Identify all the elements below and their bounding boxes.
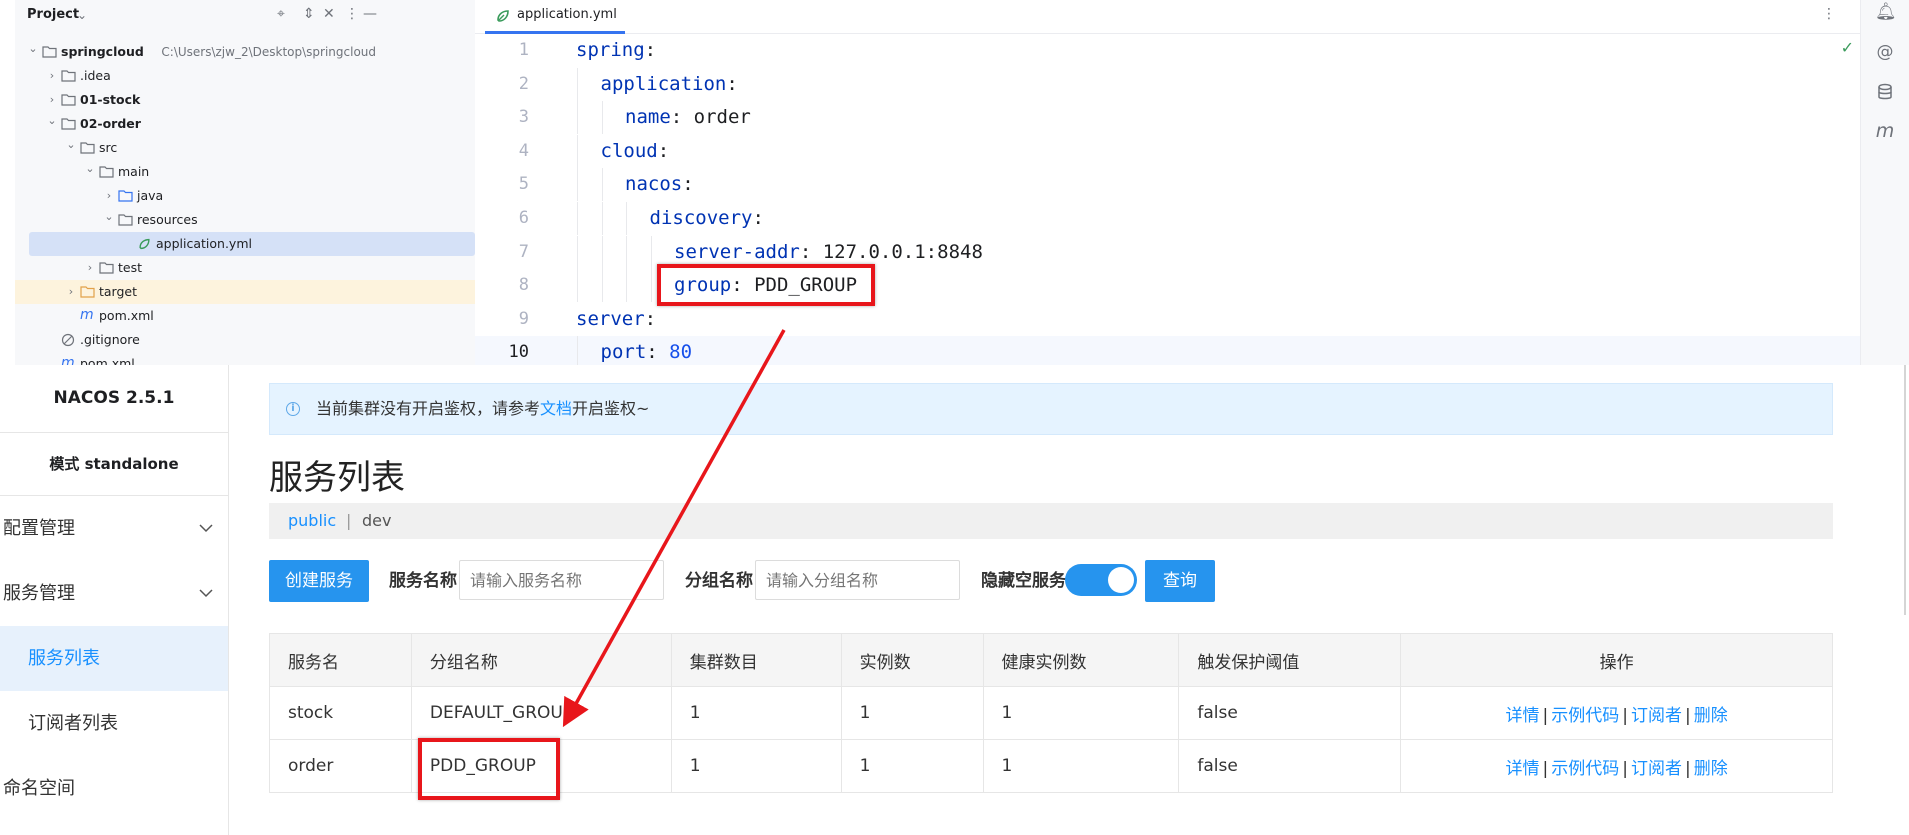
annotation-arrow [562, 329, 786, 728]
